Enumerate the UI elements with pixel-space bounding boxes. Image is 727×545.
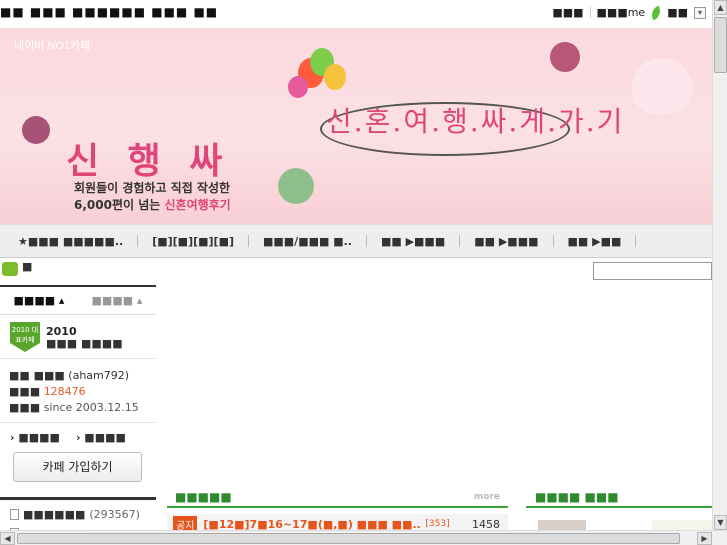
divider xyxy=(589,7,591,18)
horizontal-scrollbar[interactable]: ◀ ▶ xyxy=(0,530,727,545)
search-input[interactable] xyxy=(593,262,712,280)
since-date: since 2003.12.15 xyxy=(43,401,139,414)
banner-brand: 네이버 NO1카페 xyxy=(14,40,91,52)
notice-title[interactable]: ■■■■■ xyxy=(175,490,232,504)
divider xyxy=(365,235,367,247)
scroll-left-icon[interactable]: ◀ xyxy=(0,532,15,545)
banner-subtitle-2: 6,000편이 넘는 신혼여행후기 xyxy=(74,196,231,213)
tab-cafe-info[interactable]: ■■■■ ▴ xyxy=(0,294,78,307)
leaf-icon xyxy=(649,5,663,20)
sidebar-tabs: ■■■■ ▴ ■■■■ ▴ xyxy=(0,285,156,315)
vertical-scrollbar[interactable]: ▲ ▼ xyxy=(712,0,727,530)
notice-subject[interactable]: [■12■]7■16~17■(■,■) ■■■ ■■.. xyxy=(203,518,423,531)
heart-shape xyxy=(632,58,692,114)
document-icon xyxy=(10,509,19,520)
dropdown-icon[interactable]: ▾ xyxy=(694,6,706,19)
photo-title[interactable]: ■■■■ ■■■ xyxy=(535,490,619,504)
star-ornament xyxy=(278,168,314,204)
banner-slogan: 신.혼.여.행.싸.게.가.기 xyxy=(326,105,625,138)
scroll-down-icon[interactable]: ▼ xyxy=(714,515,727,530)
cafe-mark: ■ xyxy=(22,260,33,273)
tab-my-activity[interactable]: ■■■■ ▴ xyxy=(78,294,156,307)
scroll-right-icon[interactable]: ▶ xyxy=(697,532,712,545)
cafe-banner[interactable]: 네이버 NO1카페 신 행 싸 신.혼.여.행.싸.게.가.기 회원들이 경험하… xyxy=(0,28,712,224)
menu-item[interactable]: ■■ ▶■■■ xyxy=(381,235,445,248)
menu-bar: ★■■■ ■■■■■.. [■][■][■][■] ■■■/■■■ ■.. ■■… xyxy=(0,224,712,258)
top-bar: ■■ ■■■ ■■■■■■ ■■■ ■■ ■■■ ■■■me ■■ ▾ xyxy=(0,0,712,28)
sidebar-link[interactable]: › ■■■■ xyxy=(76,431,126,449)
divider xyxy=(137,235,139,247)
board-item[interactable]: ■■■■■■ (293567) xyxy=(10,508,156,521)
top-link-3[interactable]: ■■ xyxy=(667,6,688,19)
comment-count: [353] xyxy=(425,519,450,529)
member-count[interactable]: 128476 xyxy=(44,385,86,398)
member-line: ■■■ 128476 xyxy=(9,384,156,400)
divider xyxy=(552,235,554,247)
banner-subtitle-1: 회원들이 경험하고 직접 작성한 xyxy=(74,181,231,195)
cafe-info: ■■ ■■■ (aham792) ■■■ 128476 ■■■ since 20… xyxy=(0,359,156,423)
board-count: (293567) xyxy=(89,508,140,521)
divider xyxy=(248,235,249,247)
join-cafe-button[interactable]: 카페 가입하기 xyxy=(13,452,142,482)
cafe-icon xyxy=(2,262,18,276)
divider xyxy=(635,235,637,247)
menu-item[interactable]: [■][■][■][■] xyxy=(152,235,234,248)
balloon-yellow xyxy=(324,64,346,90)
award-badge-icon: 2010 대표카페 xyxy=(10,322,40,352)
divider xyxy=(459,235,461,247)
sidebar-links: › ■■■■ › ■■■■ xyxy=(0,423,156,449)
left-sidebar: ■■■■ ▴ ■■■■ ▴ 2010 대표카페 2010 ■■■ ■■■■ ■■… xyxy=(0,285,156,540)
menu-item[interactable]: ■■■/■■■ ■.. xyxy=(263,235,352,248)
top-link-2[interactable]: ■■■me xyxy=(597,6,646,19)
horizontal-scroll-thumb[interactable] xyxy=(17,533,680,544)
top-link-1[interactable]: ■■■ xyxy=(552,6,583,19)
member-label: ■■■ xyxy=(9,385,41,398)
manager-label: ■■ ■■■ xyxy=(9,369,65,382)
banner-title: 신 행 싸 xyxy=(66,140,231,182)
vertical-scroll-thumb[interactable] xyxy=(714,17,727,73)
sidebar-link[interactable]: › ■■■■ xyxy=(10,431,60,449)
photo-header: ■■■■ ■■■ xyxy=(526,488,712,508)
since-line: ■■■ since 2003.12.15 xyxy=(9,400,156,416)
scroll-up-icon[interactable]: ▲ xyxy=(714,0,727,15)
banner-subtitle-prefix: 6,000편이 넘는 xyxy=(74,198,161,212)
more-link[interactable]: more xyxy=(474,492,500,502)
cafe-rank: 2010 대표카페 2010 ■■■ ■■■■ xyxy=(0,315,156,359)
balloon-pink xyxy=(288,76,308,98)
menu-item[interactable]: ★■■■ ■■■■■.. xyxy=(18,235,123,248)
top-right-links: ■■■ ■■■me ■■ ▾ xyxy=(552,5,706,20)
browser-viewport: ■■ ■■■ ■■■■■■ ■■■ ■■ ■■■ ■■■me ■■ ▾ 네이버 … xyxy=(0,0,727,545)
board-name: ■■■■■■ xyxy=(23,508,86,521)
rank-label: ■■■ ■■■■ xyxy=(46,337,123,350)
menu-item[interactable]: ■■ ▶■■■ xyxy=(474,235,538,248)
view-count: 1458 xyxy=(472,517,500,531)
star-ornament xyxy=(550,42,580,72)
notice-header: ■■■■■ more xyxy=(167,488,508,508)
top-breadcrumb[interactable]: ■■ ■■■ ■■■■■■ ■■■ ■■ xyxy=(0,5,218,19)
menu-item[interactable]: ■■ ▶■■ xyxy=(568,235,622,248)
manager-line: ■■ ■■■ (aham792) xyxy=(9,368,156,384)
manager-id[interactable]: (aham792) xyxy=(68,369,129,382)
banner-subtitle-highlight: 신혼여행후기 xyxy=(164,198,231,212)
since-label: ■■■ xyxy=(9,401,41,414)
star-ornament xyxy=(22,116,50,144)
